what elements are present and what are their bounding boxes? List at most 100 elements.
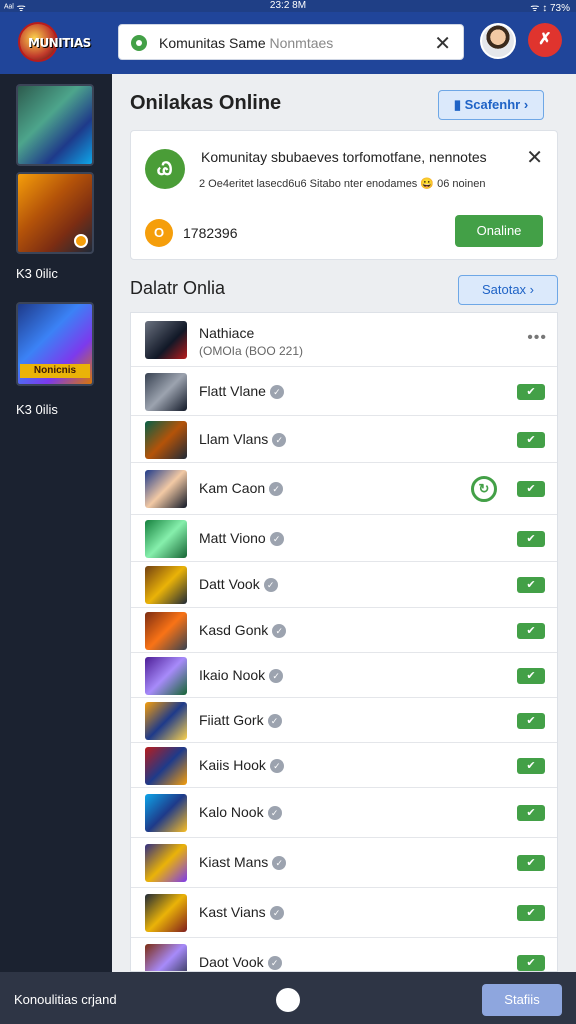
list-item[interactable]: Fiiatt Gork ✓ ✔ xyxy=(131,698,557,743)
card-title: Komunitay sbubaeves torfomotfane, nennot… xyxy=(201,149,487,165)
list-item-avatar xyxy=(145,844,187,882)
list-item[interactable]: Ikaio Nook ✓ ✔ xyxy=(131,653,557,698)
check-toggle[interactable]: ✔ xyxy=(517,668,545,684)
list-item-name: Ikaio Nook ✓ xyxy=(199,667,284,684)
community-card: Ꮚ Komunitay sbubaeves torfomotfane, nenn… xyxy=(130,130,558,260)
verified-icon: ✓ xyxy=(267,956,282,971)
list-item[interactable]: Kasd Gonk ✓ ✔ xyxy=(131,608,557,653)
list-item-name-text: Kasd Gonk xyxy=(199,622,269,638)
verified-icon: ✓ xyxy=(263,578,278,593)
home-indicator-icon[interactable] xyxy=(276,988,300,1012)
check-toggle[interactable]: ✔ xyxy=(517,713,545,729)
check-toggle[interactable]: ✔ xyxy=(517,531,545,547)
search-input[interactable]: Komunitas Same Nonmtaes xyxy=(159,35,333,51)
sidebar-item-label-2[interactable]: K3 0ilis xyxy=(16,402,58,417)
notifications-icon[interactable]: ✗ xyxy=(528,23,562,57)
check-toggle[interactable]: ✔ xyxy=(517,577,545,593)
check-toggle[interactable]: ✔ xyxy=(517,805,545,821)
lock-icon: ▮ xyxy=(453,97,465,112)
list-item-avatar xyxy=(145,566,187,604)
clear-search-icon[interactable]: ✕ xyxy=(434,31,451,56)
list-section-title: Dalatr Onlia xyxy=(130,278,226,298)
list-item[interactable]: Kam Caon ✓ ✔ ↻ xyxy=(131,463,557,515)
list-item-name-text: Kast Vians xyxy=(199,904,266,920)
verified-icon: ✓ xyxy=(272,624,287,639)
list-item[interactable]: Kaiis Hook ✓ ✔ xyxy=(131,743,557,788)
sync-icon[interactable]: ↻ xyxy=(471,476,497,502)
app-logo[interactable]: MUNITIAS xyxy=(12,20,100,66)
list-item-name-text: Ikaio Nook xyxy=(199,667,266,683)
status-bar: ᴬᵃˡ ᯤ 23:2 8M ᯤ ↕ 73% xyxy=(0,0,576,14)
list-item-name-text: Matt Viono xyxy=(199,530,266,546)
member-list: Nathiace (OMOIa (BOO 221) ••• Flatt Vlan… xyxy=(130,312,558,972)
list-item-name: Datt Vook ✓ xyxy=(199,576,278,593)
list-item-avatar xyxy=(145,612,187,650)
list-item-name-text: Flatt Vlane xyxy=(199,383,266,399)
list-item-avatar xyxy=(145,894,187,932)
close-card-icon[interactable]: ✕ xyxy=(526,145,543,170)
verified-icon: ✓ xyxy=(272,856,287,871)
verified-icon: ✓ xyxy=(272,433,287,448)
verified-icon: ✓ xyxy=(267,806,282,821)
list-item-name: Kasd Gonk ✓ xyxy=(199,622,287,639)
clock: 23:2 8M xyxy=(269,0,307,11)
go-online-button[interactable]: Onaline xyxy=(455,215,543,247)
check-toggle[interactable]: ✔ xyxy=(517,855,545,871)
list-item-name-text: Llam Vlans xyxy=(199,431,269,447)
more-options-icon[interactable]: ••• xyxy=(527,329,547,347)
sidebar-game-thumbnail-3[interactable]: Nonicnis xyxy=(16,302,94,386)
bottom-bar-label: Konoulitias crjand xyxy=(14,992,117,1007)
verified-icon: ✓ xyxy=(267,714,282,729)
check-toggle[interactable]: ✔ xyxy=(517,955,545,971)
list-item[interactable]: Datt Vook ✓ ✔ xyxy=(131,562,557,608)
list-item[interactable]: Kiast Mans ✓ ✔ xyxy=(131,838,557,888)
check-toggle[interactable]: ✔ xyxy=(517,623,545,639)
list-item-name-text: Daot Vook xyxy=(199,954,264,970)
list-item-avatar xyxy=(145,702,187,740)
verified-icon: ✓ xyxy=(269,669,284,684)
verified-icon: ✓ xyxy=(269,532,284,547)
bottom-bar-button[interactable]: Stafiis xyxy=(482,984,562,1016)
list-item-name: Matt Viono ✓ xyxy=(199,530,284,547)
sidebar: K3 0ilic Nonicnis K3 0ilis xyxy=(0,74,112,972)
check-toggle[interactable]: ✔ xyxy=(517,384,545,400)
list-item-avatar xyxy=(145,520,187,558)
check-toggle[interactable]: ✔ xyxy=(517,758,545,774)
list-header-row[interactable]: Nathiace (OMOIa (BOO 221) ••• xyxy=(131,313,557,367)
check-toggle[interactable]: ✔ xyxy=(517,481,545,497)
sidebar-item-label-1[interactable]: K3 0ilic xyxy=(16,266,58,281)
card-subtitle: 2 Oe4eritet lasecd6u6 Sitabo nter enodam… xyxy=(199,178,486,190)
list-item[interactable]: Matt Viono ✓ ✔ xyxy=(131,515,557,562)
bottom-bar: Konoulitias crjand Stafiis xyxy=(0,972,576,1024)
sidebar-game-thumbnail-2[interactable] xyxy=(16,172,94,254)
list-item[interactable]: Flatt Vlane ✓ ✔ xyxy=(131,367,557,416)
list-section-button[interactable]: Satotax › xyxy=(458,275,558,305)
logo-wordmark: MUNITIAS xyxy=(28,36,91,50)
verified-icon: ✓ xyxy=(269,385,284,400)
status-dot-icon xyxy=(74,234,88,248)
list-item-avatar xyxy=(145,421,187,459)
list-header-name: Nathiace xyxy=(199,325,255,341)
list-item-name-text: Kam Caon xyxy=(199,480,266,496)
list-item-name-text: Datt Vook xyxy=(199,576,260,592)
search-bar[interactable]: Komunitas Same Nonmtaes ✕ xyxy=(118,24,464,60)
online-section-button[interactable]: ▮ Scafenhr › xyxy=(438,90,544,120)
list-item-name: Kaiis Hook ✓ xyxy=(199,757,284,774)
sidebar-game-thumbnail-1[interactable] xyxy=(16,84,94,166)
user-avatar[interactable] xyxy=(480,23,516,59)
list-item-avatar xyxy=(145,747,187,785)
thumbnail-banner: Nonicnis xyxy=(20,364,90,378)
verified-icon: ✓ xyxy=(269,759,284,774)
app-header: MUNITIAS Komunitas Same Nonmtaes ✕ ✗ xyxy=(0,12,576,74)
list-item[interactable]: Kast Vians ✓ ✔ xyxy=(131,888,557,938)
list-item-name-text: Kiast Mans xyxy=(199,854,269,870)
check-toggle[interactable]: ✔ xyxy=(517,432,545,448)
list-item[interactable]: Llam Vlans ✓ ✔ xyxy=(131,416,557,463)
list-item[interactable]: Daot Vook ✓ ✔ xyxy=(131,938,557,971)
check-toggle[interactable]: ✔ xyxy=(517,905,545,921)
verified-icon: ✓ xyxy=(269,482,284,497)
list-item-avatar xyxy=(145,657,187,695)
location-pin-icon xyxy=(131,35,147,51)
online-section-title: Onilakas Online xyxy=(130,92,282,114)
list-item[interactable]: Kalo Nook ✓ ✔ xyxy=(131,788,557,838)
